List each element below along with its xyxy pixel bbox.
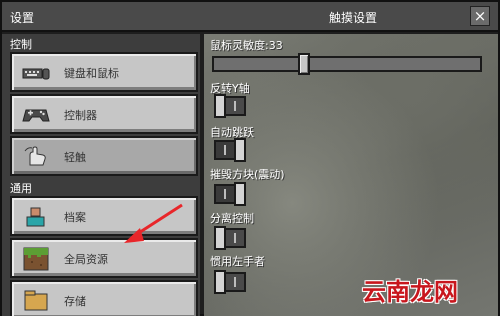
watermark-text: 云南龙网 xyxy=(362,278,458,306)
sidebar-item-label: 键盘和鼠标 xyxy=(64,67,119,80)
section-label-control: 控制 xyxy=(10,38,32,51)
toggle-on-mark xyxy=(224,189,226,199)
sidebar-item-label: 档案 xyxy=(64,211,86,224)
sensitivity-label: 鼠标灵敏度:33 xyxy=(210,39,283,52)
sidebar: 控制 键盘和鼠标 控制器 轻触 通用 档案 全局资源 存储 xyxy=(2,34,200,316)
invert-y-toggle[interactable] xyxy=(214,94,246,118)
page-title: 触摸设置 xyxy=(329,11,378,25)
toggle-on-mark xyxy=(224,145,226,155)
window-title: 设置 xyxy=(10,11,35,25)
toggle-knob xyxy=(234,182,246,206)
destroy-block-toggle[interactable] xyxy=(214,182,246,206)
close-button[interactable]: × xyxy=(470,6,490,26)
toggle-off-mark xyxy=(234,233,236,243)
section-label-general: 通用 xyxy=(10,182,32,195)
split-controls-label: 分离控制 xyxy=(210,212,254,225)
grass-block-icon xyxy=(23,247,49,271)
toggle-knob xyxy=(214,94,226,118)
sidebar-item-controller[interactable]: 控制器 xyxy=(10,94,198,134)
toggle-off-mark xyxy=(234,101,236,111)
left-handed-label: 惯用左手者 xyxy=(210,255,265,268)
auto-jump-label: 自动跳跃 xyxy=(210,126,254,139)
toggle-knob xyxy=(234,138,246,162)
sidebar-item-keyboard-mouse[interactable]: 键盘和鼠标 xyxy=(10,52,198,92)
title-bar: 设置 触摸设置 × xyxy=(2,2,498,32)
toggle-off-mark xyxy=(234,277,236,287)
split-controls-toggle[interactable] xyxy=(214,226,246,250)
touch-hand-icon xyxy=(24,146,46,166)
destroy-block-label: 摧毁方块(震动) xyxy=(210,168,285,181)
sensitivity-slider[interactable] xyxy=(212,53,482,75)
sidebar-item-label: 存储 xyxy=(64,295,86,308)
left-handed-toggle[interactable] xyxy=(214,270,246,294)
toggle-knob xyxy=(214,226,226,250)
sidebar-item-touch[interactable]: 轻触 xyxy=(10,136,198,176)
sidebar-item-label: 轻触 xyxy=(64,151,86,164)
red-arrow-annotation xyxy=(124,203,183,243)
auto-jump-toggle[interactable] xyxy=(214,138,246,162)
sidebar-item-label: 控制器 xyxy=(64,109,97,122)
sidebar-item-label: 全局资源 xyxy=(64,253,108,266)
slider-handle[interactable] xyxy=(298,53,310,75)
sidebar-item-storage[interactable]: 存储 xyxy=(10,280,198,316)
gamepad-icon xyxy=(22,109,50,122)
keyboard-mouse-icon xyxy=(22,68,50,80)
profile-icon xyxy=(26,207,45,227)
toggle-knob xyxy=(214,270,226,294)
storage-icon xyxy=(24,290,48,311)
